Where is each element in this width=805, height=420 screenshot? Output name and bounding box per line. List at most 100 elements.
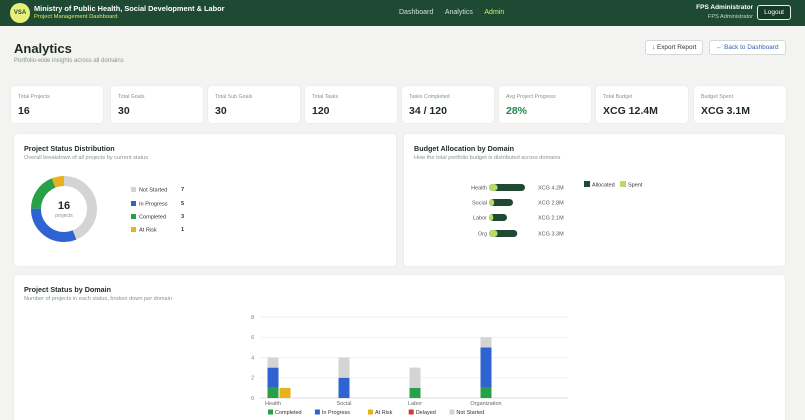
stacked-bar-not-started (409, 367, 421, 388)
status-distribution-panel: Project Status Distribution Overall brea… (14, 134, 396, 266)
kpi-label: Total Sub Goals (215, 94, 253, 100)
stacked-bar-in-progress (480, 347, 492, 388)
legend-swatch (131, 187, 136, 192)
user-name: FPS Administrator (696, 4, 753, 11)
legend-label: At Risk (375, 410, 393, 416)
kpi-label: Budget Spent (701, 94, 734, 100)
budget-bar-spent (489, 214, 494, 221)
budget-category-label: Social (472, 201, 487, 207)
legend-swatch-allocated (584, 181, 590, 187)
budget-allocation-panel: Budget Allocation by Domain How the tota… (404, 134, 785, 266)
ministry-logo: VSA (10, 3, 30, 23)
status-by-domain-chart: 0 2 4 6 8 Health Social Labor Organization Comple… (251, 315, 568, 416)
legend-count: 5 (181, 201, 185, 207)
stacked-bar-not-started (267, 357, 279, 368)
budget-bar-spent (489, 230, 498, 237)
legend-label-spent: Spent (628, 183, 643, 189)
x-category-label: Health (265, 401, 281, 407)
budget-category-label: Labor (473, 216, 487, 222)
main-nav: Dashboard Analytics Admin (399, 9, 514, 16)
legend-count: 1 (181, 227, 185, 233)
stacked-bar-not-started (338, 357, 350, 378)
budget-value-label: XCG 4.2M (538, 186, 564, 192)
legend-label: At Risk (139, 227, 157, 234)
y-tick-label: 6 (251, 335, 254, 341)
kpi-value: 28% (506, 105, 528, 117)
budget-bar-spent (489, 199, 495, 206)
kpi-label: Total Budget (603, 94, 633, 100)
kpi-label: Total Projects (18, 94, 50, 100)
budget-value-label: XCG 3.3M (538, 232, 564, 238)
kpi-value: 30 (118, 105, 130, 117)
nav-analytics[interactable]: Analytics (445, 9, 473, 16)
budget-category-label: Org (478, 232, 487, 238)
y-tick-label: 0 (251, 396, 254, 402)
x-category-label: Labor (408, 401, 422, 407)
legend-swatch (131, 201, 136, 206)
nav-dashboard[interactable]: Dashboard (399, 9, 433, 16)
legend-label-allocated: Allocated (592, 183, 615, 189)
kpi-total-goals: Total Goals 30 (111, 86, 203, 123)
export-report-button[interactable]: ↓ Export Report (645, 40, 704, 55)
legend-swatch (314, 409, 320, 415)
nav-admin[interactable]: Admin (484, 9, 504, 16)
status-by-domain-panel: Project Status by Domain Number of proje… (14, 275, 785, 420)
kpi-total-tasks: Total Tasks 120 (305, 86, 397, 123)
budget-value-label: XCG 2.1M (538, 216, 564, 222)
legend-label: Not Started (456, 410, 484, 416)
legend-count: 7 (181, 187, 185, 193)
legend-label: In Progress (322, 410, 350, 416)
kpi-label: Avg Project Progress (506, 94, 556, 100)
kpi-label: Total Tasks (312, 94, 339, 100)
status-legend-completed: Completed 3 (131, 214, 184, 221)
legend-swatch (408, 409, 414, 415)
stacked-bar-completed (267, 387, 279, 398)
legend-count: 3 (181, 214, 185, 220)
y-tick-label: 8 (251, 315, 254, 321)
status-legend-at-risk: At Risk 1 (131, 227, 184, 234)
back-to-dashboard-button[interactable]: ← Back to Dashboard (709, 40, 786, 55)
stacked-bar-completed (480, 387, 492, 398)
org-name: Ministry of Public Health, Social Develo… (34, 4, 225, 13)
kpi-tasks-completed: Tasks Completed 34 / 120 (402, 86, 494, 123)
y-tick-label: 2 (251, 376, 254, 382)
stacked-bar-in-progress (267, 367, 279, 388)
budget-category-label: Health (471, 186, 487, 192)
user-role: FPS Administrator (707, 14, 753, 20)
legend-swatch (131, 214, 136, 219)
legend-swatch (268, 409, 273, 415)
stacked-bar-at-risk (279, 387, 291, 398)
legend-swatch (131, 227, 136, 232)
kpi-budget-spent: Budget Spent XCG 3.1M (694, 86, 786, 123)
status-donut-chart: 16 projects (31, 176, 97, 242)
x-category-label: Organization (470, 401, 501, 407)
budget-value-label: XCG 2.8M (538, 201, 564, 207)
stacked-bar-not-started (480, 337, 492, 348)
kpi-avg-progress: Avg Project Progress 28% (499, 86, 591, 123)
legend-label: In Progress (139, 201, 168, 208)
logout-button[interactable]: Logout (757, 5, 791, 20)
kpi-total-sub-goals: Total Sub Goals 30 (208, 86, 300, 123)
page-subtitle: Portfolio-wide insights across all domai… (14, 58, 124, 64)
status-legend-not-started: Not Started 7 (131, 187, 184, 194)
kpi-value: XCG 3.1M (701, 105, 751, 117)
kpi-value: 16 (18, 105, 30, 117)
kpi-value: 120 (312, 105, 330, 117)
legend-label: Not Started (139, 187, 168, 194)
kpi-total-budget: Total Budget XCG 12.4M (596, 86, 688, 123)
x-category-label: Social (337, 401, 352, 407)
legend-label: Completed (139, 214, 167, 221)
top-bar: VSA Ministry of Public Health, Social De… (0, 0, 805, 26)
kpi-label: Tasks Completed (409, 94, 450, 100)
budget-bar-spent (489, 184, 498, 191)
donut-center-label: projects (55, 213, 73, 219)
legend-swatch (368, 409, 373, 415)
y-tick-label: 4 (251, 355, 254, 361)
legend-swatch-spent (620, 181, 626, 187)
kpi-value: 34 / 120 (409, 105, 447, 117)
kpi-value: 30 (215, 105, 227, 117)
stacked-bar-in-progress (338, 377, 350, 398)
kpi-label: Total Goals (118, 94, 145, 100)
legend-label: Completed (275, 410, 302, 416)
budget-bar-chart: Allocated Spent Health XCG 4.2M Social XCG … (471, 181, 643, 238)
